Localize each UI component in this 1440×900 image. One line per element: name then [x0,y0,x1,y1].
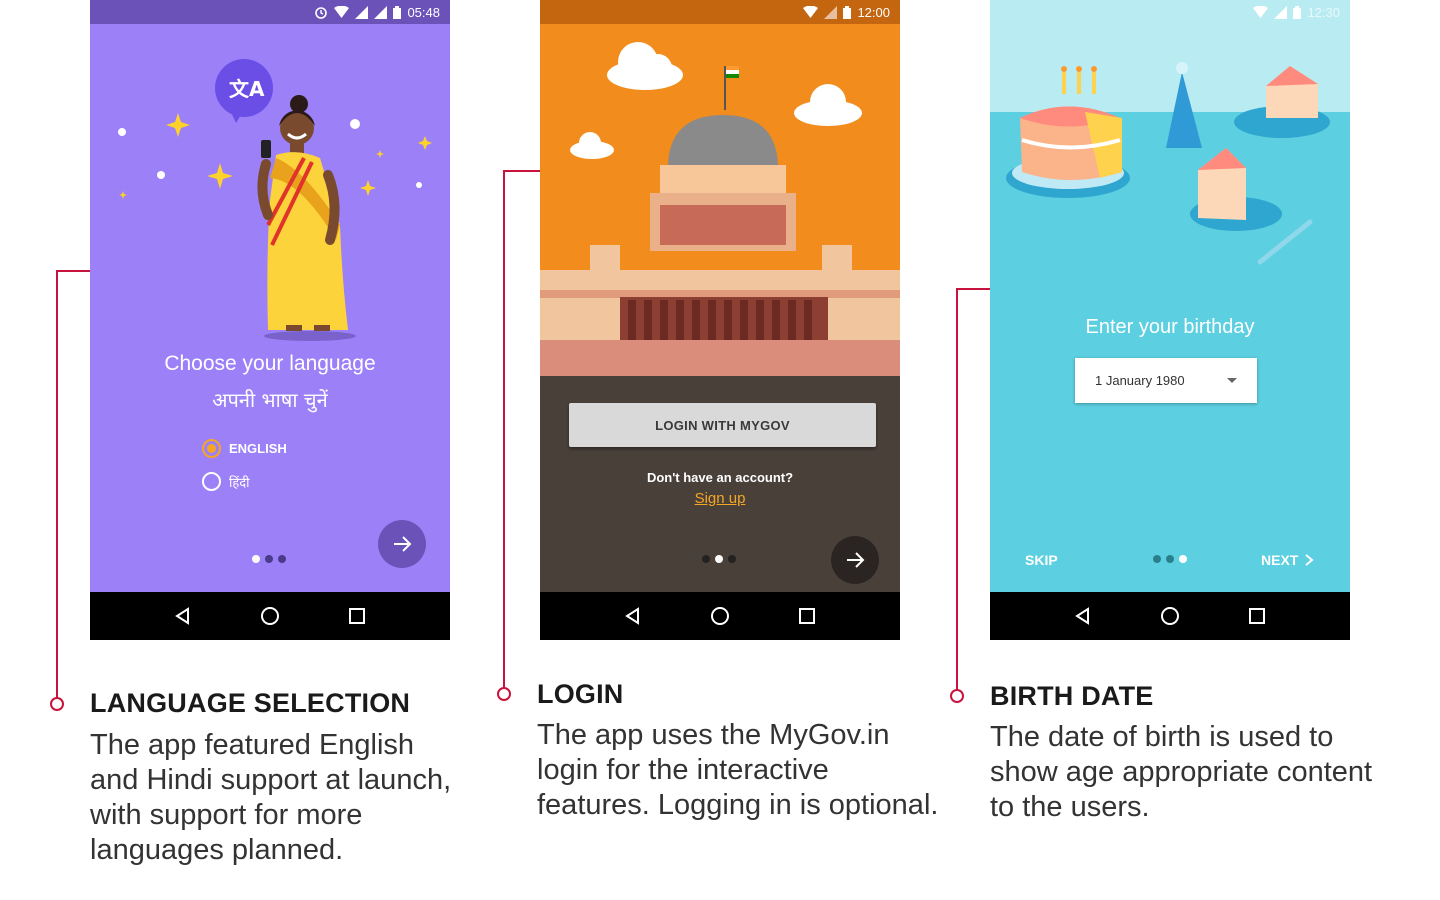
page-dot [1166,555,1174,563]
language-illustration: 文A [118,59,432,341]
back-button[interactable] [613,596,653,636]
caption-line: show age appropriate content [990,756,1373,788]
wifi-icon [334,6,350,18]
home-icon [710,607,729,625]
home-button[interactable] [700,596,740,636]
login-with-mygov-button[interactable]: LOGIN WITH MYGOV [569,403,876,447]
caption-line: The date of birth is used to [990,721,1334,753]
recents-icon [798,608,815,624]
back-icon [1075,607,1090,625]
dropdown-caret-icon [1227,378,1237,383]
system-nav-bar [990,592,1350,640]
caption-line: features. Logging in is optional. [537,789,939,821]
battery-icon [393,5,402,19]
next-button[interactable]: NEXT [1261,552,1314,568]
chevron-right-icon [1305,554,1314,566]
page-dot-active [715,555,723,563]
caption-body-birthdate: The date of birth is used to show age ap… [990,720,1372,825]
next-label: NEXT [1261,552,1299,568]
caption-body-language: The app featured English and Hindi suppo… [90,728,451,868]
recents-button[interactable] [787,596,827,636]
home-button[interactable] [1150,596,1190,636]
back-button[interactable] [163,596,203,636]
caption-line: The app uses the MyGov.in [537,719,890,751]
page-subtitle: अपनी भाषा चुनें [212,388,328,412]
caption-line: to the users. [990,791,1150,823]
wifi-icon [803,6,819,18]
status-bar: 12:00 [540,0,900,24]
language-option-label: ENGLISH [229,441,287,456]
back-icon [625,607,640,625]
language-option-hindi[interactable]: हिंदी [202,472,250,491]
status-time: 05:48 [407,4,440,20]
recents-button[interactable] [1237,596,1277,636]
caption-line: with support for more [90,799,363,831]
status-bar: 05:48 [90,0,450,24]
back-button[interactable] [1063,596,1103,636]
home-icon [1160,607,1179,625]
system-nav-bar [90,592,450,640]
arrow-right-icon [847,552,865,568]
recents-button[interactable] [337,596,377,636]
language-option-english[interactable]: ENGLISH [202,439,287,458]
phone-login-screen: 12:00 LOGIN WITH MYGOV Don't have an acc… [540,0,900,640]
signal-icon [824,5,838,19]
back-icon [175,607,190,625]
caption-title-birthdate: BIRTH DATE [990,681,1154,711]
translate-icon: 文A [215,59,273,123]
date-value: 1 January 1980 [1095,373,1185,388]
page-dot [278,555,286,563]
battery-icon [843,5,852,19]
page-dot-active [252,555,260,563]
page-indicator [702,555,736,563]
phone-birthday-screen: 12:30 Enter your birthday 1 January 1980… [990,0,1350,640]
language-option-label: हिंदी [229,475,250,491]
system-nav-bar [540,592,900,640]
page-dot [728,555,736,563]
caption-line: The app featured English [90,729,415,761]
page-dot [1153,555,1161,563]
caption-title-language: LANGUAGE SELECTION [90,688,411,718]
cake-illustration [990,0,1350,300]
home-icon [260,607,279,625]
status-bar: 12:30 [990,0,1350,24]
recents-icon [348,608,365,624]
status-time: 12:00 [857,4,890,20]
page-dot [265,555,273,563]
alarm-icon [315,7,328,19]
wifi-icon [1253,6,1269,18]
radio-selected[interactable] [202,439,221,458]
signal-roaming-icon [374,5,388,19]
no-account-text: Don't have an account? [646,470,794,485]
skip-button[interactable]: SKIP [1025,552,1058,568]
page-title: Enter your birthday [1085,316,1255,338]
arrow-right-icon [394,536,412,552]
status-time: 12:30 [1307,4,1340,20]
page-dot-active [1179,555,1187,563]
signal-icon [1274,5,1288,19]
caption-title-login: LOGIN [537,679,624,709]
page-title: Choose your language [164,352,376,375]
signal-icon [355,5,369,19]
caption-line: languages planned. [90,834,344,866]
recents-icon [1248,608,1265,624]
caption-line: and Hindi support at launch, [90,764,452,796]
birthday-date-select[interactable]: 1 January 1980 [1075,358,1257,403]
radio-unselected[interactable] [202,472,221,491]
page-indicator [252,555,286,563]
page-dot [702,555,710,563]
next-button[interactable] [378,520,426,568]
battery-icon [1293,5,1302,19]
home-button[interactable] [250,596,290,636]
svg-text:文A: 文A [229,77,265,101]
next-button[interactable] [831,536,879,584]
building-illustration [540,24,900,376]
signup-link[interactable]: Sign up [540,490,900,507]
page-indicator [1153,555,1187,563]
caption-line: login for the interactive [537,754,829,786]
caption-body-login: The app uses the MyGov.in login for the … [537,718,938,823]
phone-language-screen: 05:48 文A Choose your language अपनी भाषा … [90,0,450,640]
